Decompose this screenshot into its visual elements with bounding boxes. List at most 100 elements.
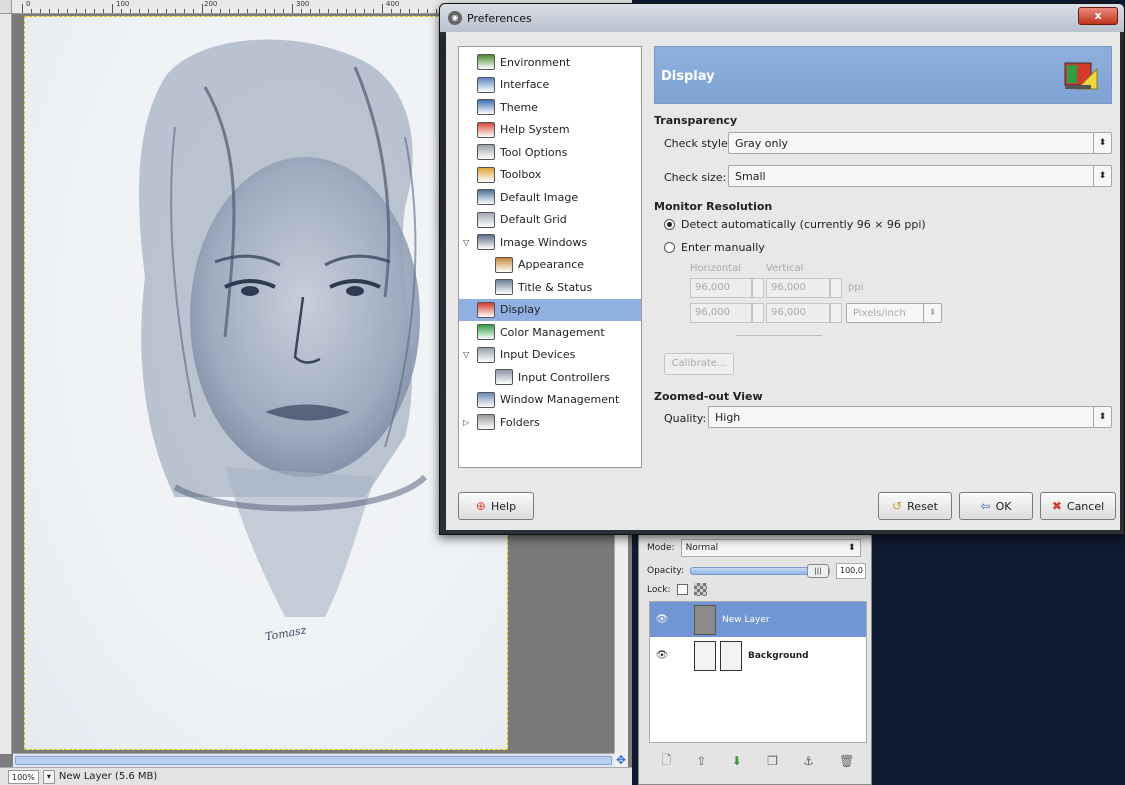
horizontal-resolution-spinner-2[interactable] <box>752 303 764 323</box>
vertical-ruler[interactable] <box>0 14 12 754</box>
radio-icon[interactable] <box>664 219 675 230</box>
ppi-label: ppi <box>848 282 864 293</box>
quality-select[interactable]: High ⬍ <box>708 406 1112 428</box>
preferences-tree[interactable]: Environment Interface Theme Help System Tool… <box>458 46 642 468</box>
enter-manually-radio[interactable]: Enter manually <box>664 241 765 254</box>
navigate-icon[interactable]: ✥ <box>614 753 628 767</box>
ruler-tick <box>418 9 419 13</box>
tree-item-toolbox[interactable]: Toolbox <box>459 164 641 186</box>
expander-open-icon[interactable]: ▽ <box>463 350 469 359</box>
ruler-tick <box>274 9 275 13</box>
dialog-title: Preferences <box>467 11 532 25</box>
vertical-resolution-spinner[interactable] <box>830 278 842 298</box>
theme-icon <box>477 99 495 115</box>
ruler-tick <box>58 9 59 13</box>
tree-item-help-system[interactable]: Help System <box>459 119 641 141</box>
tree-item-folders[interactable]: ▷ Folders <box>459 411 641 433</box>
mode-row: Mode: Normal ⬍ <box>647 539 861 557</box>
tree-item-color-management[interactable]: Color Management <box>459 321 641 343</box>
tree-item-appearance[interactable]: Appearance <box>459 254 641 276</box>
tree-item-title-status[interactable]: Title & Status <box>459 276 641 298</box>
delete-layer-icon[interactable]: 🗑 <box>839 754 854 768</box>
tree-item-window-management[interactable]: Window Management <box>459 389 641 411</box>
tree-item-theme[interactable]: Theme <box>459 96 641 118</box>
help-button[interactable]: ⊕ Help <box>458 492 534 520</box>
tree-item-label: Default Grid <box>500 213 567 226</box>
gimp-icon: ◉ <box>448 11 462 25</box>
opacity-value-field[interactable]: 100,0 <box>836 563 866 579</box>
raise-layer-icon[interactable]: ⇧ <box>697 754 707 768</box>
vertical-resolution-field-2[interactable]: 96,000 <box>766 303 830 323</box>
ruler-tick <box>229 9 230 13</box>
ruler-tick <box>202 4 203 13</box>
lock-pixels-checkbox[interactable] <box>676 584 688 595</box>
layer-row-background[interactable]: 👁 Background <box>650 638 866 673</box>
vertical-resolution-field[interactable]: 96,000 <box>766 278 830 298</box>
radio-icon[interactable] <box>664 242 675 253</box>
transparency-title: Transparency <box>654 114 738 127</box>
zoomed-out-view-title: Zoomed-out View <box>654 390 763 403</box>
tree-item-default-grid[interactable]: Default Grid <box>459 209 641 231</box>
opacity-slider[interactable]: ||| <box>690 564 830 578</box>
duplicate-layer-icon[interactable]: ❐ <box>767 754 778 768</box>
horizontal-scrollbar-thumb[interactable] <box>15 756 612 765</box>
tree-item-interface[interactable]: Interface <box>459 74 641 96</box>
layer-list[interactable]: 👁 New Layer 👁 Background <box>649 601 867 743</box>
horizontal-resolution-spinner[interactable] <box>752 278 764 298</box>
chevron-down-icon[interactable]: ▾ <box>42 769 55 784</box>
expander-open-icon[interactable]: ▽ <box>463 238 469 247</box>
new-layer-icon[interactable]: 🗋 <box>662 751 672 772</box>
chain-link-icon[interactable] <box>736 335 822 336</box>
ruler-tick <box>103 9 104 13</box>
expander-closed-icon[interactable]: ▷ <box>463 418 469 427</box>
cancel-button[interactable]: ✖ Cancel <box>1040 492 1116 520</box>
zoom-level-field[interactable]: 100% <box>8 769 39 784</box>
tree-item-input-devices[interactable]: ▽ Input Devices <box>459 344 641 366</box>
tree-item-environment[interactable]: Environment <box>459 51 641 73</box>
ruler-tick <box>427 9 428 13</box>
lock-alpha-icon[interactable] <box>693 583 707 596</box>
eye-icon[interactable]: 👁 <box>650 650 674 661</box>
image-canvas[interactable]: Tomasz <box>24 16 508 750</box>
mode-select[interactable]: Normal ⬍ <box>680 539 861 557</box>
reset-button[interactable]: ↺ Reset <box>878 492 952 520</box>
reset-button-label: Reset <box>907 499 938 513</box>
ok-button[interactable]: ⇦ OK <box>959 492 1033 520</box>
layer-toolbar: 🗋 ⇧ ⬇ ❐ ⚓ 🗑 <box>649 749 867 773</box>
anchor-layer-icon[interactable]: ⚓ <box>803 754 814 768</box>
ruler-tick <box>130 9 131 13</box>
resolution-unit-select[interactable]: Pixels/inch ⬍ <box>846 303 942 323</box>
tree-item-image-windows[interactable]: ▽ Image Windows <box>459 231 641 253</box>
calibrate-button[interactable]: Calibrate... <box>664 353 734 375</box>
tree-item-label: Interface <box>500 78 550 91</box>
folder-icon <box>477 414 495 430</box>
ruler-tick <box>346 9 347 13</box>
ruler-tick <box>175 9 176 13</box>
input-devices-icon <box>477 346 495 363</box>
image-windows-icon <box>477 234 495 250</box>
close-button[interactable]: x <box>1078 7 1118 25</box>
tree-item-label: Image Windows <box>500 235 588 249</box>
ruler-tick <box>121 9 122 13</box>
check-style-select[interactable]: Gray only ⬍ <box>728 132 1112 154</box>
tree-item-input-controllers[interactable]: Input Controllers <box>459 366 641 388</box>
title-bar[interactable]: ◉ Preferences <box>440 4 1124 32</box>
layer-row-new-layer[interactable]: 👁 New Layer <box>650 602 866 637</box>
lower-layer-icon[interactable]: ⬇ <box>732 754 742 768</box>
check-size-select[interactable]: Small ⬍ <box>728 165 1112 187</box>
horizontal-resolution-field-2[interactable]: 96,000 <box>690 303 752 323</box>
tree-item-tool-options[interactable]: Tool Options <box>459 141 641 163</box>
eye-icon[interactable]: 👁 <box>650 614 674 625</box>
lock-label: Lock: <box>647 584 671 595</box>
ruler-tick <box>157 9 158 13</box>
vertical-resolution-spinner-2[interactable] <box>830 303 842 323</box>
ruler-tick <box>94 9 95 13</box>
check-style-value: Gray only <box>735 136 789 150</box>
tree-item-default-image[interactable]: Default Image <box>459 186 641 208</box>
horizontal-resolution-field[interactable]: 96,000 <box>690 278 752 298</box>
opacity-slider-handle[interactable]: ||| <box>807 564 829 578</box>
tree-item-display[interactable]: Display <box>459 298 641 321</box>
horizontal-scrollbar[interactable] <box>13 753 614 767</box>
section-header-title: Display <box>661 69 715 84</box>
detect-automatically-radio[interactable]: Detect automatically (currently 96 × 96 … <box>664 218 926 231</box>
